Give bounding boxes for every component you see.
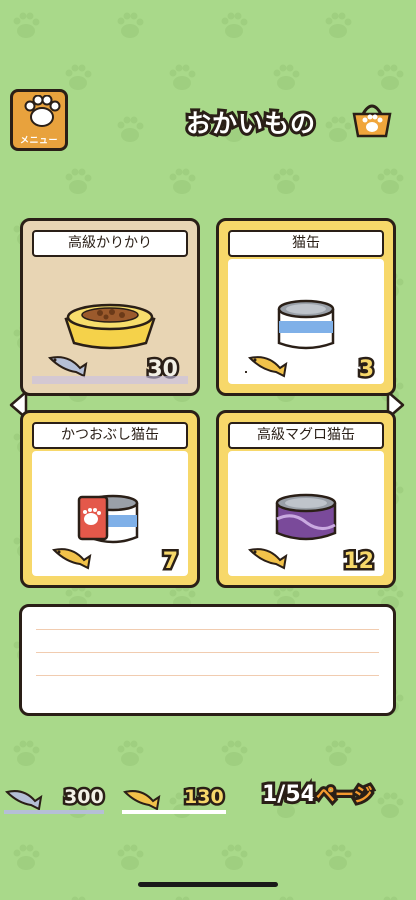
item-name: 高級マグロ猫缶: [228, 422, 384, 449]
gold-fish-icon: [245, 356, 288, 378]
home-indicator[interactable]: [138, 882, 278, 887]
silver-fish-icon: [48, 356, 88, 378]
item-name: かつおぶし猫缶: [32, 422, 188, 449]
item-panel: 30: [32, 259, 188, 385]
menu-label: メニュー: [19, 136, 58, 146]
item-card[interactable]: 高級マグロ猫缶 12: [216, 410, 396, 588]
basket-paw-icon: [352, 104, 392, 138]
item-name: 高級かりかり: [32, 230, 188, 257]
gold-fish-icon: [123, 790, 161, 811]
gold-fish-count: 130: [182, 784, 227, 811]
page-title: おかいもの: [183, 106, 318, 141]
ruled-line: [36, 629, 379, 630]
silver-fish-icon: [5, 790, 43, 811]
page-indicator: 1/54ページ: [259, 779, 376, 810]
item-card[interactable]: 高級かりかり 30: [20, 218, 200, 396]
item-panel: 12: [228, 451, 384, 577]
item-price: 7: [160, 547, 180, 577]
gold-underline: [122, 810, 226, 814]
item-name: 猫缶: [228, 230, 384, 257]
price-shade: [32, 376, 188, 384]
page-number: 1/54: [259, 779, 319, 810]
gold-fish-icon: [52, 548, 92, 570]
item-panel: 3: [228, 259, 384, 385]
food-bowl-icon: [64, 303, 156, 350]
item-panel: 7: [32, 451, 188, 577]
page-suffix: ページ: [313, 781, 376, 809]
item-price: 3: [356, 355, 376, 385]
menu-button[interactable]: メニュー: [10, 89, 68, 151]
paw-icon: [24, 95, 61, 127]
ruled-line: [36, 652, 379, 653]
item-price: 12: [341, 547, 377, 577]
silver-fish-count: 300: [62, 784, 107, 811]
item-card[interactable]: かつおぶし猫缶 7: [20, 410, 200, 588]
ruled-line: [36, 675, 379, 676]
silver-underline: [4, 810, 104, 814]
item-card[interactable]: 猫缶 3: [216, 218, 396, 396]
gold-fish-icon: [248, 548, 288, 570]
description-box: [19, 604, 396, 716]
